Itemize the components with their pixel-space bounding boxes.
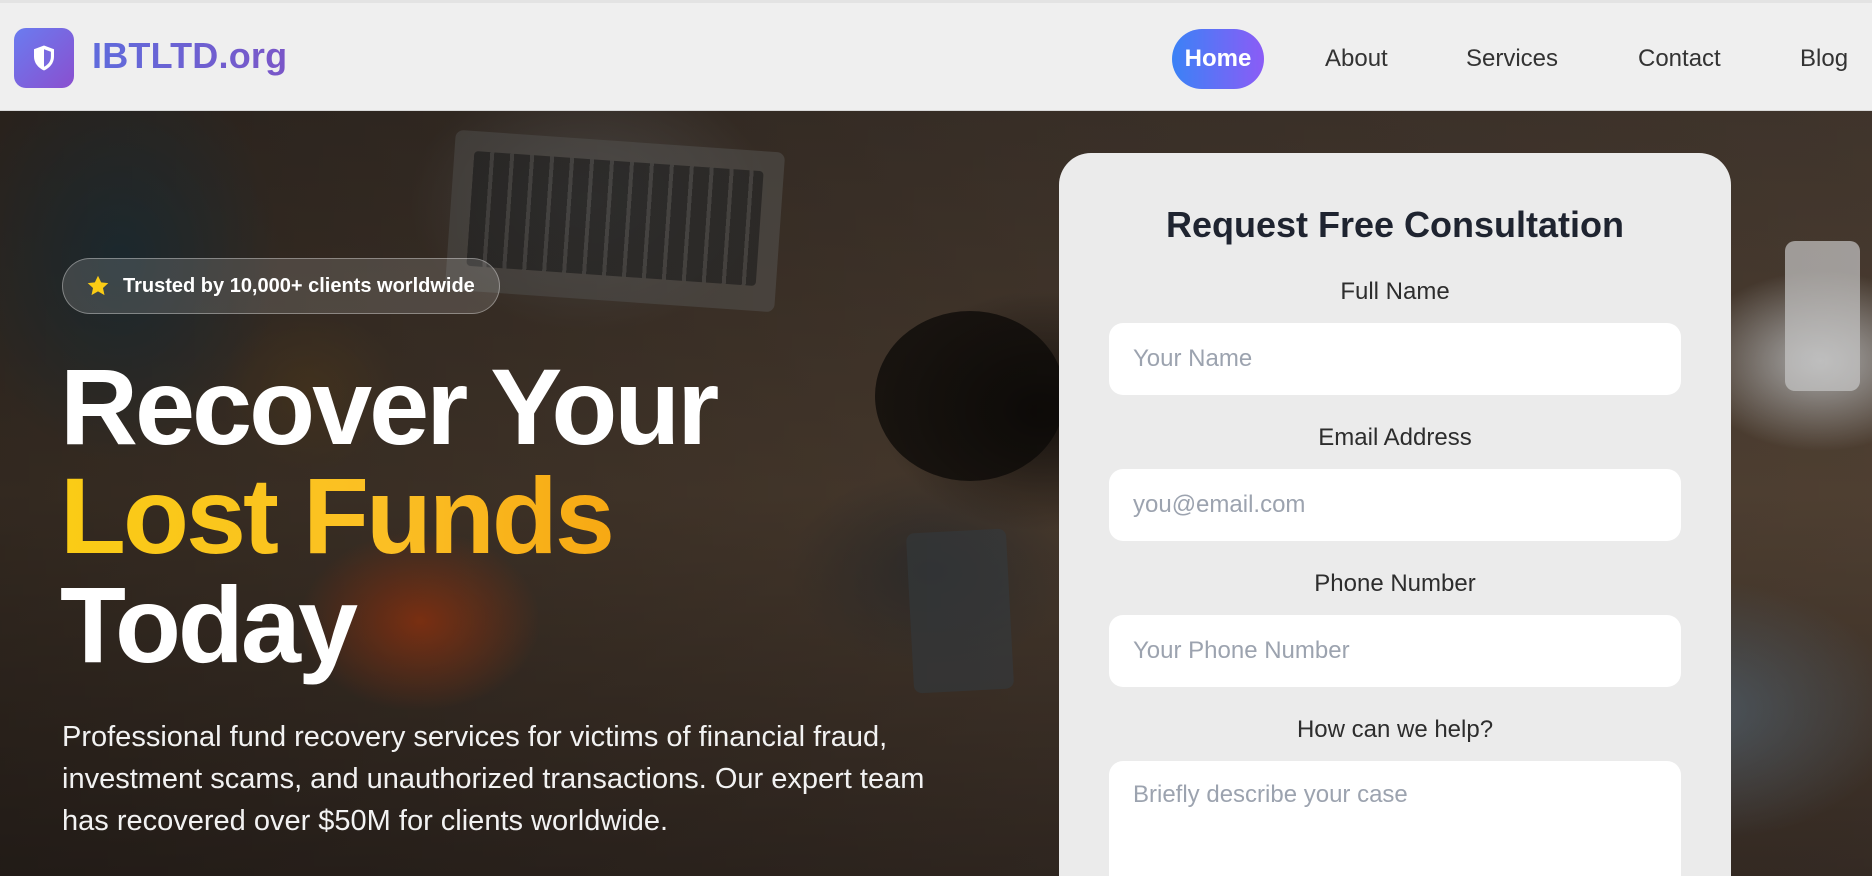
email-label: Email Address: [1318, 424, 1472, 451]
email-field[interactable]: [1109, 469, 1681, 541]
nav-item-home[interactable]: Home: [1172, 29, 1264, 89]
phone-label: Phone Number: [1314, 570, 1476, 597]
brand-name[interactable]: IBTLTD.org: [92, 35, 287, 77]
logo[interactable]: [14, 28, 74, 88]
trust-badge: Trusted by 10,000+ clients worldwide: [62, 258, 500, 314]
headline-line-3: Today: [60, 564, 358, 685]
hero-headline: Recover Your Lost Funds Today: [60, 346, 719, 685]
shield-icon: [34, 45, 54, 71]
case-description-field[interactable]: [1109, 761, 1681, 876]
site-header: IBTLTD.org Home About Services Contact B…: [0, 0, 1872, 111]
star-icon: [87, 275, 109, 296]
nav-item-services[interactable]: Services: [1466, 29, 1558, 89]
nav-item-about[interactable]: About: [1325, 29, 1388, 89]
help-label: How can we help?: [1296, 716, 1494, 743]
headline-line-2-highlight: Lost Funds: [60, 461, 716, 570]
full-name-label: Full Name: [1340, 278, 1450, 305]
nav-item-blog[interactable]: Blog: [1800, 29, 1848, 89]
consultation-form-card: Request Free Consultation Full Name Emai…: [1059, 153, 1731, 876]
nav-item-contact[interactable]: Contact: [1638, 29, 1721, 89]
headline-line-1: Recover Your: [60, 346, 719, 467]
full-name-field[interactable]: [1109, 323, 1681, 395]
hero-subtext: Professional fund recovery services for …: [62, 721, 925, 837]
phone-field[interactable]: [1109, 615, 1681, 687]
trust-badge-text: Trusted by 10,000+ clients worldwide: [123, 274, 475, 297]
form-title: Request Free Consultation: [1165, 204, 1625, 245]
